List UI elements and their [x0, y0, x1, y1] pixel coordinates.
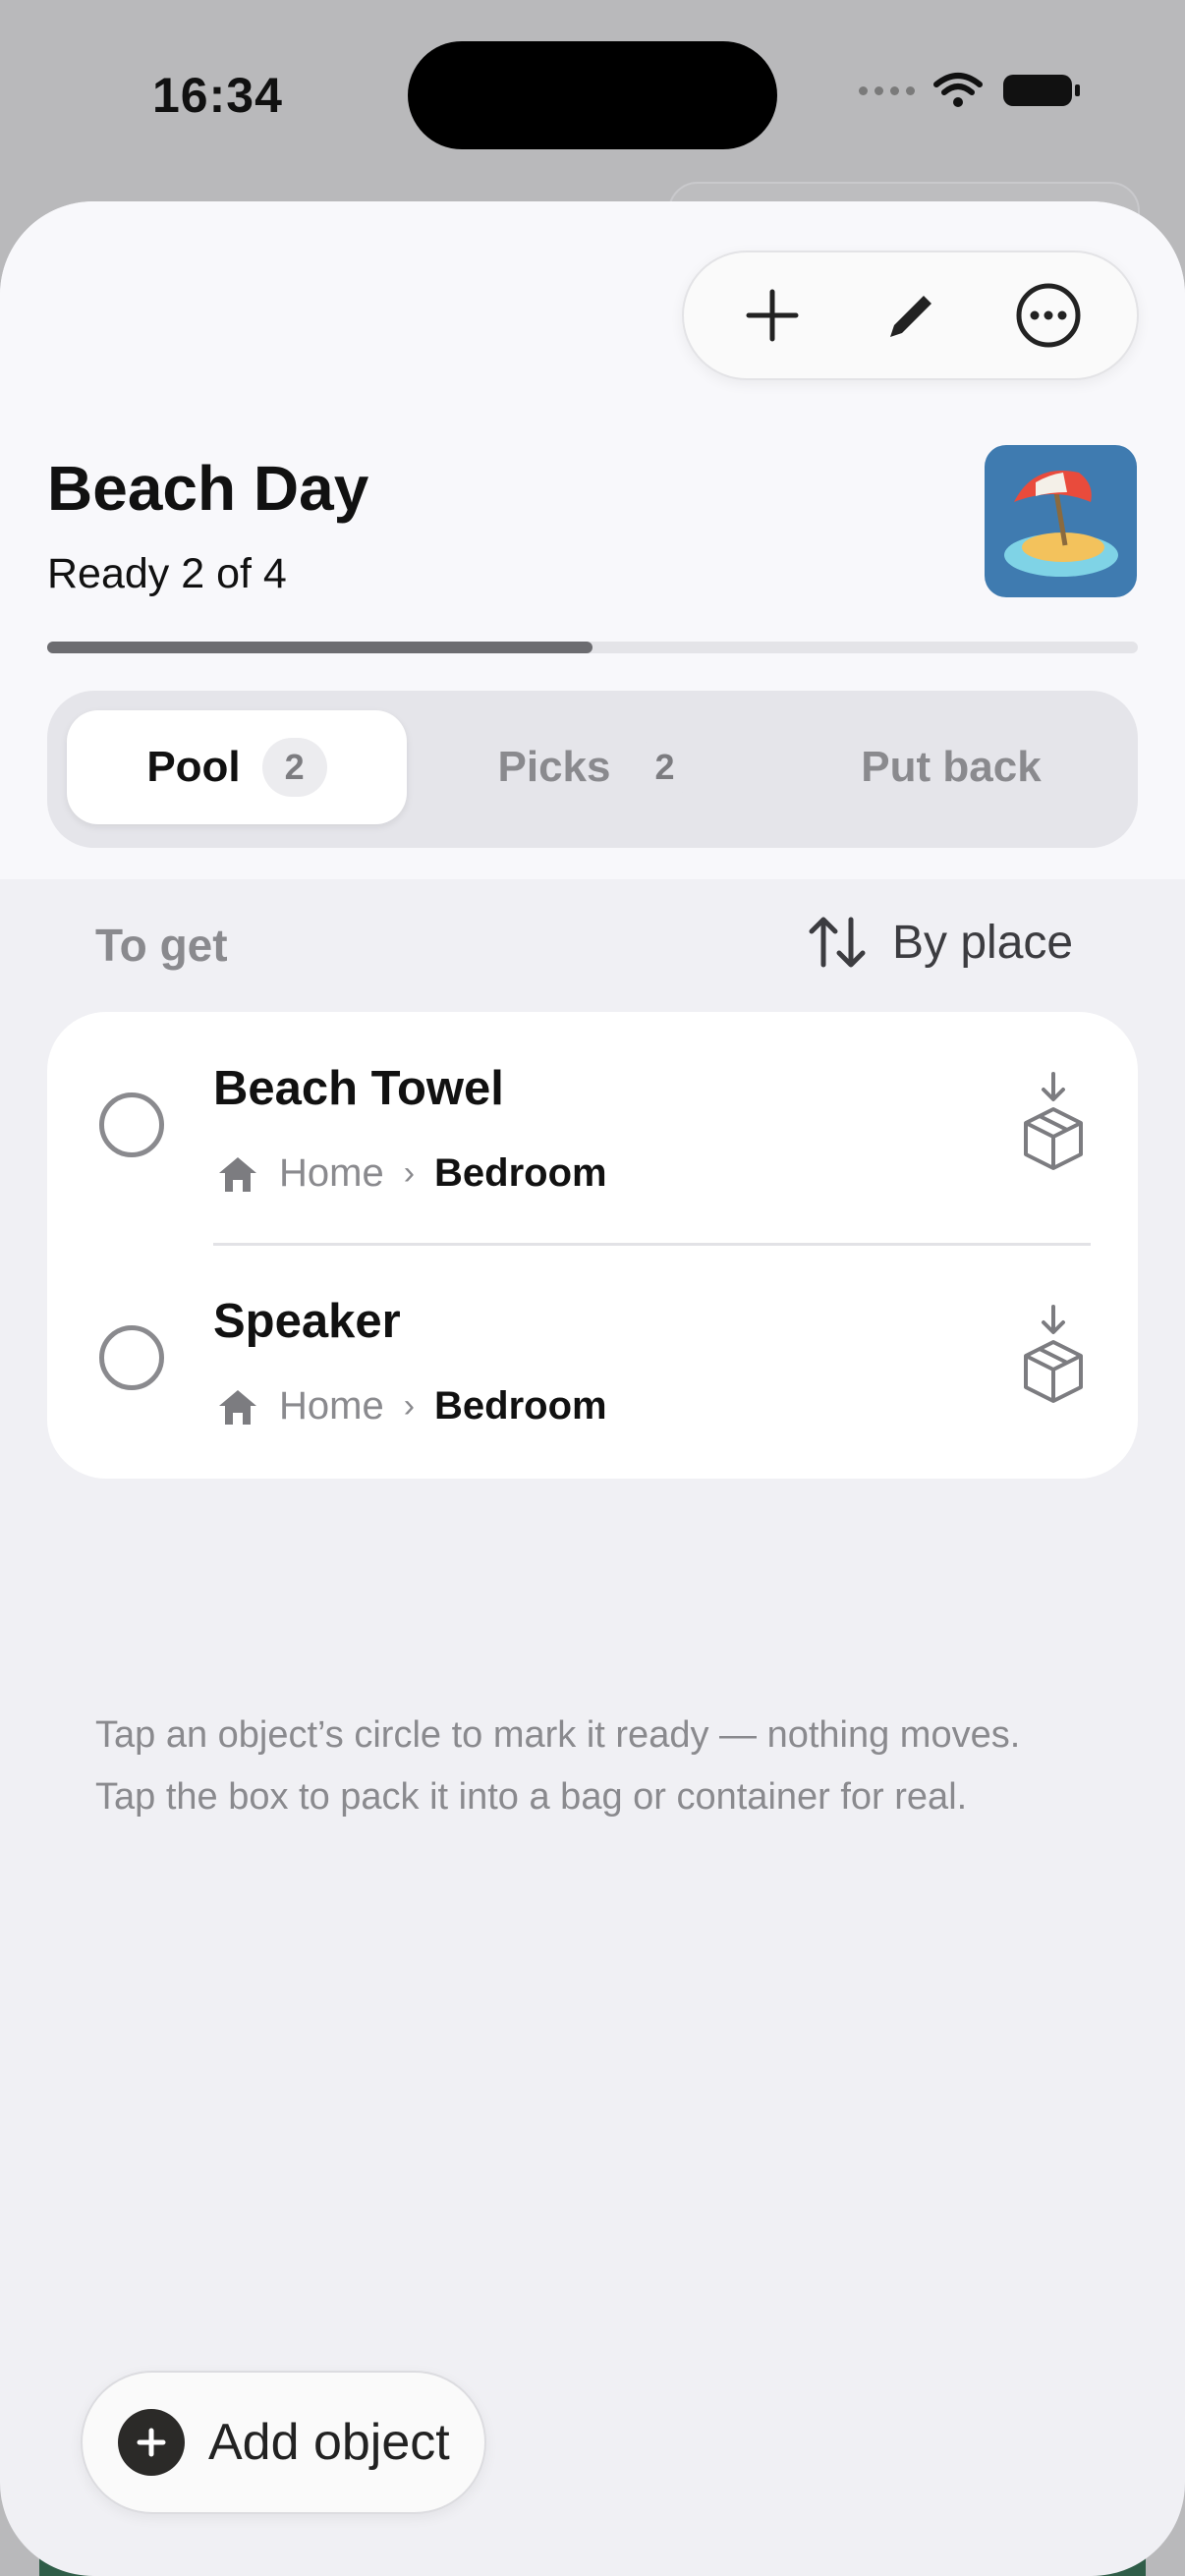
- item-location: Home › Bedroom: [216, 1384, 607, 1428]
- page-title: Beach Day: [47, 453, 369, 524]
- more-button[interactable]: [1004, 271, 1093, 360]
- tab-picks[interactable]: Picks 2: [430, 710, 764, 824]
- house-icon: [219, 1156, 256, 1192]
- battery-icon: [1003, 75, 1080, 106]
- sort-label: By place: [892, 916, 1074, 969]
- list-item: Beach Towel Home › Bedroom: [47, 1012, 1138, 1246]
- plus-circle-icon: [118, 2409, 185, 2476]
- plus-icon: [746, 289, 799, 342]
- help-text: Tap an object’s circle to mark it ready …: [95, 1705, 1117, 1828]
- screen: 16:34 Beach Day Ready 2 of 4 Pool 2 Pick…: [0, 0, 1185, 2576]
- sort-button[interactable]: By place: [806, 914, 1073, 971]
- location-room: Bedroom: [434, 1384, 607, 1428]
- cellular-signal-icon: [859, 85, 915, 95]
- more-circle-icon: [1016, 283, 1081, 348]
- chevron-right-icon: ›: [403, 1154, 416, 1192]
- beach-umbrella-emoji: [1004, 471, 1118, 577]
- add-object-button[interactable]: Add object: [81, 2371, 486, 2514]
- section-title: To get: [95, 920, 228, 971]
- house-icon: [219, 1389, 256, 1425]
- add-object-label: Add object: [208, 2414, 450, 2471]
- pack-button[interactable]: [1014, 1066, 1093, 1184]
- pack-box-icon: [1024, 1305, 1083, 1403]
- items-list: Beach Towel Home › Bedroom Speaker Home …: [47, 1012, 1138, 1479]
- ready-count: Ready 2 of 4: [47, 550, 287, 597]
- edit-button[interactable]: [866, 271, 954, 360]
- item-location: Home › Bedroom: [216, 1151, 607, 1196]
- item-name: Beach Towel: [213, 1062, 504, 1115]
- tab-pool[interactable]: Pool 2: [67, 710, 407, 824]
- location-home: Home: [279, 1151, 384, 1195]
- segmented-control: Pool 2 Picks 2 Put back: [47, 691, 1138, 848]
- list-item: Speaker Home › Bedroom: [47, 1245, 1138, 1477]
- help-line-1: Tap an object’s circle to mark it ready …: [95, 1714, 1021, 1756]
- status-icons: [859, 71, 1082, 110]
- location-room: Bedroom: [434, 1151, 607, 1195]
- dynamic-island: [408, 41, 777, 149]
- ready-checkbox[interactable]: [99, 1325, 164, 1390]
- add-button[interactable]: [728, 271, 817, 360]
- pack-button[interactable]: [1014, 1299, 1093, 1417]
- ready-checkbox[interactable]: [99, 1092, 164, 1157]
- item-name: Speaker: [213, 1295, 401, 1348]
- location-home: Home: [279, 1384, 384, 1428]
- pencil-icon: [890, 296, 932, 337]
- chevron-right-icon: ›: [403, 1387, 416, 1425]
- tab-label: Picks: [497, 743, 611, 791]
- tab-label: Put back: [861, 743, 1042, 791]
- list-sheet: Beach Day Ready 2 of 4 Pool 2 Picks 2 Pu…: [0, 201, 1185, 2576]
- wifi-icon: [933, 73, 983, 107]
- tab-put-back[interactable]: Put back: [784, 710, 1118, 824]
- pack-box-icon: [1024, 1072, 1083, 1170]
- toolbar: [682, 251, 1139, 380]
- sort-arrows-icon: [809, 917, 866, 968]
- tab-count-badge: 2: [261, 738, 327, 797]
- tab-label: Pool: [146, 743, 241, 791]
- status-time: 16:34: [152, 68, 283, 123]
- tab-count-badge: 2: [632, 738, 698, 797]
- list-icon-tile[interactable]: [985, 445, 1137, 597]
- progress-fill: [47, 642, 592, 653]
- progress-bar: [47, 642, 1138, 653]
- help-line-2: Tap the box to pack it into a bag or con…: [95, 1776, 968, 1818]
